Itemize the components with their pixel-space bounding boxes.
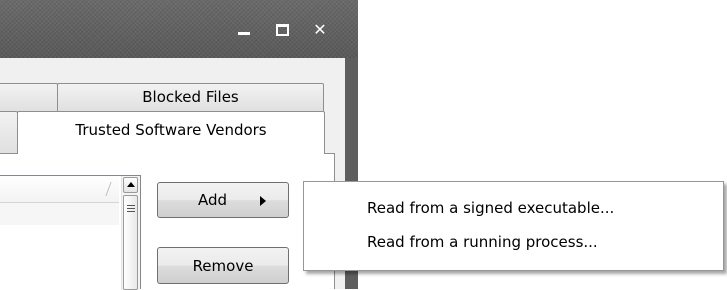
minimize-icon [238,31,250,35]
thumb-grip [127,211,135,212]
add-button[interactable]: Add [157,182,289,218]
column-divider[interactable] [105,182,112,196]
thumb-grip [127,208,135,209]
scroll-up-arrow-icon[interactable] [123,177,138,193]
scrollbar-thumb[interactable] [123,195,138,290]
menu-item-read-signed-executable[interactable]: Read from a signed executable... [367,199,614,217]
list-column-header[interactable] [0,176,119,203]
list-item[interactable] [0,203,119,225]
add-button-label: Add [198,191,228,209]
maximize-button[interactable] [272,22,292,38]
tab-trusted-software-vendors[interactable]: Trusted Software Vendors [17,111,325,154]
tab-label: Blocked Files [142,88,239,106]
tab-unnamed-left[interactable] [0,83,58,111]
menu-item-read-running-process[interactable]: Read from a running process... [367,233,598,251]
chevron-right-icon [260,196,266,206]
vendor-list[interactable] [0,175,141,290]
tab-blocked-files[interactable]: Blocked Files [57,83,324,111]
close-button[interactable]: ✕ [310,22,330,38]
maximize-icon [275,24,289,36]
tab-label: Trusted Software Vendors [75,121,267,139]
vertical-scrollbar[interactable] [121,176,140,290]
add-submenu: Read from a signed executable... Read fr… [303,181,724,271]
minimize-button[interactable] [234,22,254,38]
thumb-grip [127,205,135,206]
remove-button[interactable]: Remove [157,247,289,284]
tab-unnamed-left-2[interactable] [0,111,18,153]
close-icon: ✕ [313,20,327,39]
window-title-bar[interactable]: ✕ [0,0,358,58]
remove-button-label: Remove [192,257,254,275]
